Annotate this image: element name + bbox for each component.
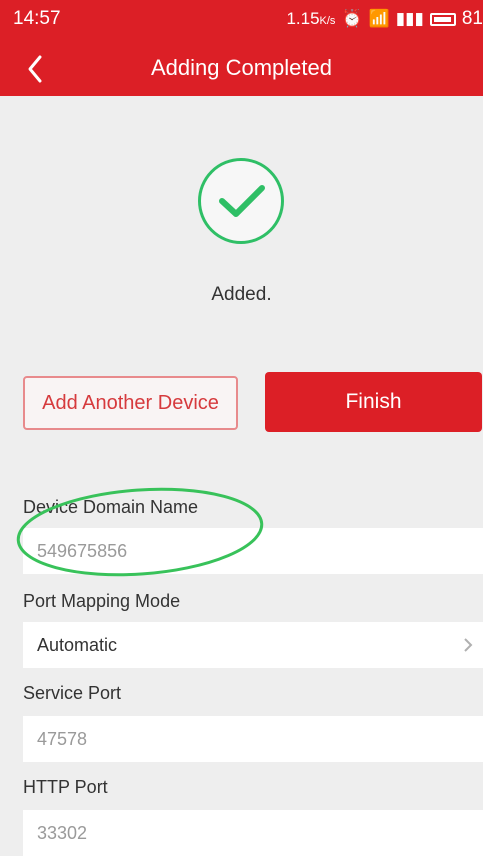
service-port-field: 47578 xyxy=(23,716,483,762)
device-domain-name-field: 549675856 xyxy=(23,528,483,574)
network-speed-unit: K/s xyxy=(319,15,336,27)
device-domain-name-label: Device Domain Name xyxy=(23,497,199,517)
http-port-field: 33302 xyxy=(23,810,483,856)
status-time: 14:57 xyxy=(13,8,61,29)
alarm-icon: ⏰ xyxy=(341,9,363,28)
chevron-right-icon xyxy=(464,638,473,652)
service-port-label: Service Port xyxy=(23,683,122,703)
port-mapping-mode-value: Automatic xyxy=(37,634,118,655)
status-indicators: 1.15K/s ⏰ 📶 ▮▮▮ 81 xyxy=(286,8,483,30)
network-speed: 1.15 xyxy=(286,9,320,28)
port-mapping-mode-label: Port Mapping Mode xyxy=(23,591,181,611)
signal-icon: ▮▮▮ xyxy=(395,9,424,28)
wifi-icon: 📶 xyxy=(368,9,390,28)
finish-button[interactable]: Finish xyxy=(265,372,482,432)
battery-icon xyxy=(429,12,456,26)
add-another-device-button[interactable]: Add Another Device xyxy=(23,376,238,430)
result-message: Added. xyxy=(211,284,272,305)
http-port-label: HTTP Port xyxy=(23,777,108,797)
page-title: Adding Completed xyxy=(150,55,332,80)
battery-level: 81 xyxy=(461,8,483,29)
app-header: 14:57 1.15K/s ⏰ 📶 ▮▮▮ 81 Adding Complete… xyxy=(0,0,483,96)
port-mapping-mode-select[interactable]: Automatic xyxy=(23,622,483,668)
success-check-icon xyxy=(198,158,284,244)
